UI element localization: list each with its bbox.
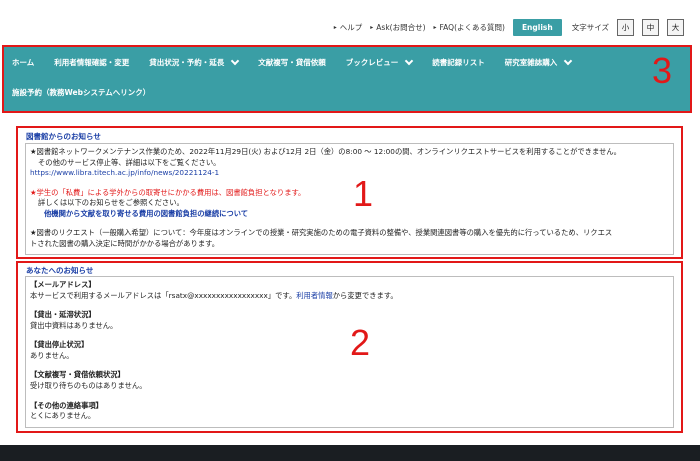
notice-text: トされた図書の購入決定に時間がかかる場合があります。 [30, 239, 219, 249]
mail-text: 本サービスで利用するメールアドレスは「rsatx@xxxxxxxxxxxxxxx… [30, 291, 669, 302]
nav-label: ホーム [12, 57, 35, 67]
notice-text: ★図書館ネットワークメンテナンス作業のため、2022年11月29日(火) および… [30, 147, 621, 156]
font-large-button[interactable]: 大 [667, 18, 684, 36]
nav-label: 利用者情報確認・変更 [54, 57, 130, 67]
nav-item-lab-journal[interactable]: 研究室雑誌購入 [504, 56, 573, 68]
mail-text-post: から変更できます。 [332, 290, 398, 300]
annotation-number-3: 3 [651, 50, 672, 91]
library-notice-box: ★図書館ネットワークメンテナンス作業のため、2022年11月29日(火) および… [25, 143, 674, 255]
nav-item-reading-record[interactable]: 読書記録リスト [432, 57, 485, 68]
chevron-down-icon [405, 56, 414, 65]
nav-label: 貸出状況・予約・延長 [149, 57, 225, 67]
library-notice-title: 図書館からのお知らせ [26, 132, 101, 141]
faq-link[interactable]: ▸ FAQ(よくある質問) [434, 22, 505, 33]
other-heading: 【その他の連絡事項】 [30, 400, 103, 410]
annotation-number-2: 2 [350, 322, 371, 363]
english-button[interactable]: English [512, 18, 562, 36]
mail-heading: 【メールアドレス】 [30, 280, 96, 289]
nav-item-ill[interactable]: 文献複写・貸借依頼 [258, 57, 326, 68]
nav-label: 読書記録リスト [432, 57, 485, 67]
ill-text: 受け取り待ちのものはありません。 [30, 381, 147, 391]
loan-heading: 【貸出・延滞状況】 [30, 310, 96, 320]
nav-item-book-review[interactable]: ブックレビュー [345, 56, 414, 68]
nav-label: 文献複写・貸借依頼 [258, 57, 326, 67]
notice-text-red: ★学生の「私費」による学外からの取寄せにかかる費用は、図書館負担となります。 [30, 187, 306, 197]
nav-label: ブックレビュー [345, 57, 399, 67]
mail-text-pre: 本サービスで利用するメールアドレスは「rsatx@xxxxxxxxxxxxxxx… [30, 290, 297, 300]
font-medium-button[interactable]: 中 [642, 18, 659, 36]
triangle-right-icon: ▸ [333, 23, 337, 31]
cost-notice-link[interactable]: 他機関から文献を取り寄せる費用の図書館負担の継続について [30, 209, 669, 220]
nav-row-1: ホーム 利用者情報確認・変更 貸出状況・予約・延長 文献複写・貸借依頼 ブックレ… [4, 47, 690, 77]
triangle-right-icon: ▸ [433, 23, 437, 31]
font-small-button[interactable]: 小 [617, 18, 634, 36]
news-url-link[interactable]: https://www.libra.titech.ac.jp/info/news… [30, 168, 669, 179]
footer-bar [0, 445, 700, 461]
user-info-link[interactable]: 利用者情報 [296, 291, 332, 300]
font-size-label: 文字サイズ [571, 22, 609, 32]
ill-heading: 【文献複写・貸借依頼状況】 [30, 370, 125, 380]
utility-bar: ▸ ヘルプ ▸ Ask(お問合せ) ▸ FAQ(よくある質問) English 文字サ… [0, 16, 700, 38]
notice-text: 詳しくは以下のお知らせをご参照ください。 [38, 198, 184, 208]
faq-link-label: FAQ(よくある質問) [439, 22, 505, 32]
nav-item-facility-reservation[interactable]: 施設予約（教務Webシステムへリンク） [12, 87, 150, 98]
chevron-down-icon [564, 56, 573, 65]
help-link-label: ヘルプ [339, 22, 363, 32]
ask-link[interactable]: ▸ Ask(お問合せ) [370, 22, 425, 33]
notice-text: ★図書のリクエスト（一般購入希望）について：今年度はオンラインでの授業・研究実施… [30, 228, 613, 238]
library-notice-panel: 図書館からのお知らせ ★図書館ネットワークメンテナンス作業のため、2022年11… [16, 126, 683, 259]
triangle-right-icon: ▸ [370, 23, 374, 31]
nav-item-user-info[interactable]: 利用者情報確認・変更 [54, 57, 129, 68]
other-text: とくにありません。 [30, 411, 96, 421]
main-nav: ホーム 利用者情報確認・変更 貸出状況・予約・延長 文献複写・貸借依頼 ブックレ… [2, 45, 692, 113]
nav-item-loan-status[interactable]: 貸出状況・予約・延長 [149, 56, 240, 68]
notice-text: その他のサービス停止等、詳細は以下をご覧ください。 [38, 157, 221, 167]
nav-row-2: 施設予約（教務Webシステムへリンク） [4, 77, 690, 107]
user-notice-panel: あなたへのお知らせ 【メールアドレス】 本サービスで利用するメールアドレスは「r… [16, 261, 683, 433]
nav-label: 研究室雑誌購入 [504, 57, 558, 67]
annotation-number-1: 1 [353, 173, 374, 214]
nav-item-home[interactable]: ホーム [12, 57, 34, 68]
user-notice-title: あなたへのお知らせ [26, 266, 94, 275]
chevron-down-icon [231, 56, 240, 65]
ask-link-label: Ask(お問合せ) [376, 22, 426, 32]
help-link[interactable]: ▸ ヘルプ [334, 22, 363, 33]
